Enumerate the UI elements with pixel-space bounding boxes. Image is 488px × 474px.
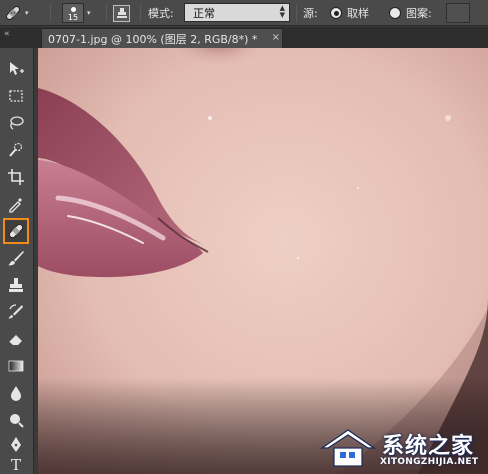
eyedropper-icon[interactable]	[5, 193, 27, 215]
pen-icon[interactable]	[5, 434, 27, 456]
separator	[296, 4, 297, 22]
eraser-icon[interactable]	[5, 328, 27, 350]
source-pattern-radio[interactable]: 图案:	[389, 0, 432, 26]
brush-preview: 15	[62, 3, 84, 23]
mode-select[interactable]: 正常 ▲ ▼	[184, 3, 290, 22]
clone-stamp-icon[interactable]	[5, 274, 27, 296]
history-brush-icon[interactable]	[5, 301, 27, 323]
source-sampled-label: 取样	[347, 7, 369, 20]
document-canvas[interactable]	[38, 48, 488, 474]
brush-size-value: 15	[67, 13, 79, 22]
close-icon[interactable]: ×	[272, 32, 280, 43]
brush-picker[interactable]: 15 ▾	[62, 0, 104, 26]
document-tab[interactable]: 0707-1.jpg @ 100% (图层 2, RGB/8*) * ×	[41, 28, 283, 48]
separator	[50, 4, 51, 22]
healing-brush-icon[interactable]	[3, 218, 29, 244]
radio-unchecked-icon	[389, 7, 401, 19]
rectangular-marquee-icon[interactable]	[5, 85, 27, 107]
photo-lips-closeup	[38, 48, 488, 474]
brush-settings-button[interactable]	[113, 0, 135, 26]
collapse-panels-icon[interactable]: «	[4, 29, 10, 39]
type-tool-glyph: T	[10, 456, 21, 474]
separator	[140, 4, 141, 22]
watermark-title: 系统之家	[382, 434, 475, 459]
radio-checked-icon	[330, 7, 342, 19]
document-tabs-bar: « 0707-1.jpg @ 100% (图层 2, RGB/8*) * ×	[0, 27, 488, 48]
updown-arrows-icon: ▲ ▼	[279, 4, 285, 19]
lasso-icon[interactable]	[5, 112, 27, 134]
bandage-icon	[5, 5, 21, 21]
house-logo-icon	[320, 429, 376, 467]
pattern-picker[interactable]	[446, 3, 470, 23]
crop-icon[interactable]	[5, 166, 27, 188]
brush-icon[interactable]	[5, 247, 27, 269]
dodge-icon[interactable]	[5, 409, 27, 431]
quick-selection-icon[interactable]	[5, 139, 27, 161]
stamp-icon	[113, 4, 130, 22]
tools-panel: T	[0, 48, 34, 474]
source-sampled-radio[interactable]: 取样	[330, 0, 369, 26]
document-tab-title: 0707-1.jpg @ 100% (图层 2, RGB/8*) *	[48, 32, 258, 46]
chevron-down-icon: ▾	[87, 9, 91, 17]
watermark-subtitle: XITONGZHIJIA.NET	[380, 457, 479, 467]
mode-select-value: 正常	[193, 6, 215, 20]
blur-icon[interactable]	[5, 382, 27, 404]
options-bar: ▾ 15 ▾ 模式: 正常 ▲ ▼ 源: 取样 图案:	[0, 0, 488, 26]
source-pattern-label: 图案:	[406, 7, 432, 20]
tool-preset-picker[interactable]: ▾	[4, 0, 36, 26]
photoshop-window: ▾ 15 ▾ 模式: 正常 ▲ ▼ 源: 取样 图案: « 0707-1.jpg…	[0, 0, 488, 474]
chevron-down-icon: ▾	[25, 9, 29, 17]
watermark: 系统之家 XITONGZHIJIA.NET	[316, 424, 488, 474]
gradient-icon[interactable]	[5, 355, 27, 377]
type-icon[interactable]: T	[5, 454, 27, 474]
move-tool-icon[interactable]	[5, 58, 27, 80]
mode-label: 模式:	[148, 7, 174, 20]
separator	[106, 4, 107, 22]
source-label: 源:	[303, 7, 318, 20]
brush-tip-icon	[70, 7, 76, 12]
